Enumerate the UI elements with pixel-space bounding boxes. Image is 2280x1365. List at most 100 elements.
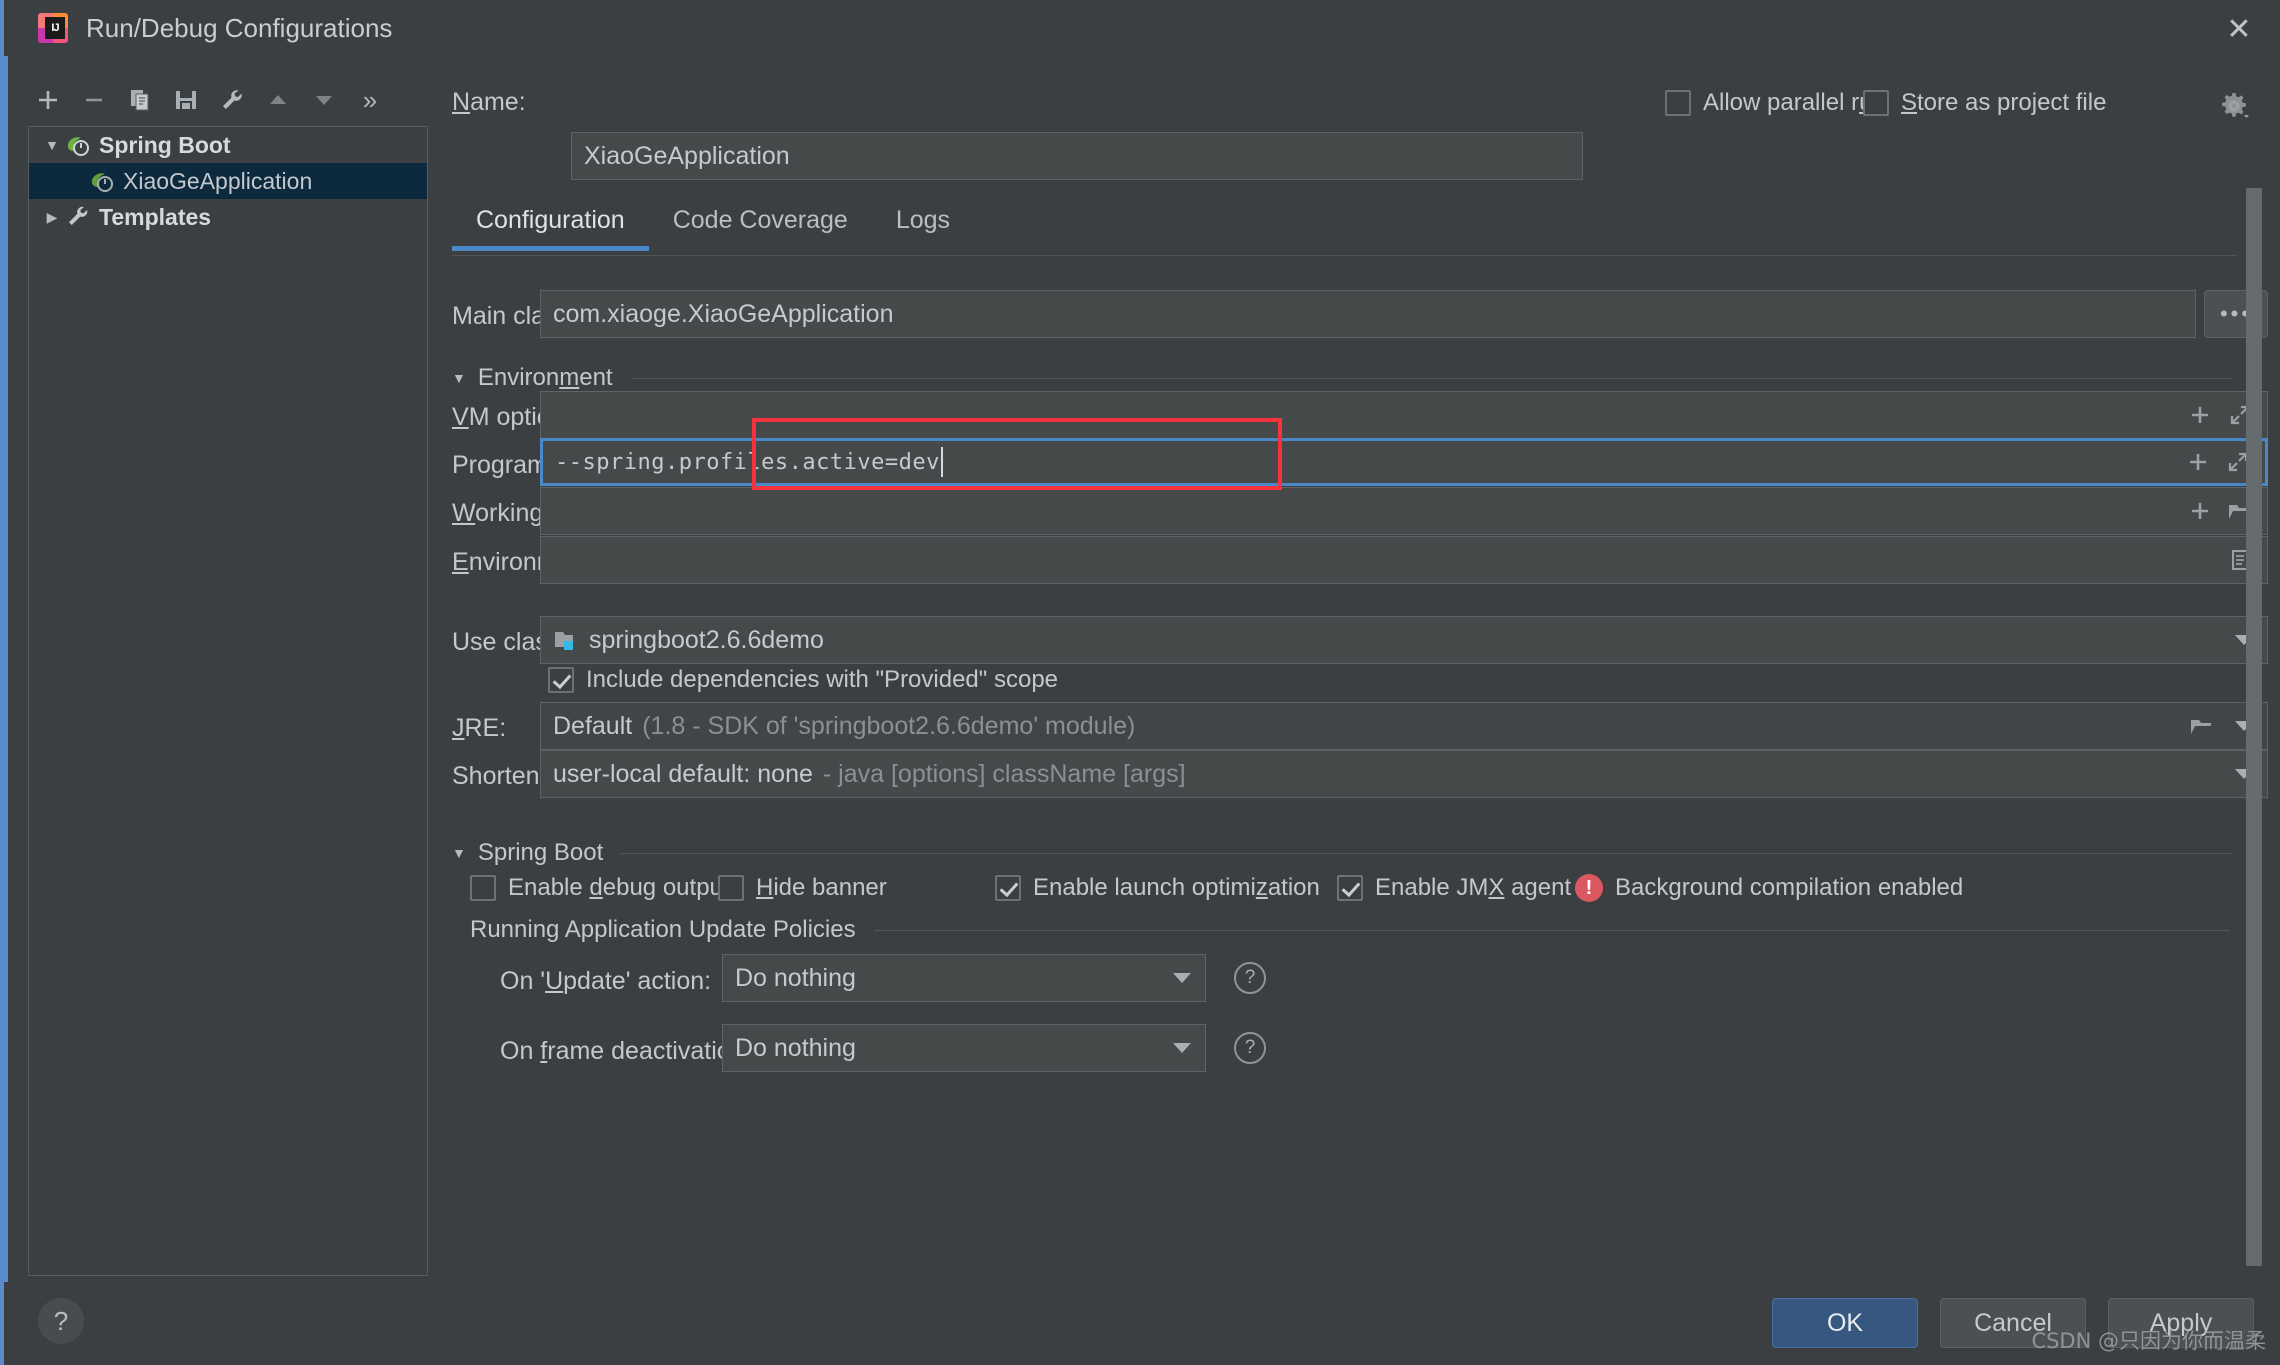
spring-boot-section-label: Spring Boot [477, 839, 604, 866]
remove-configuration-button[interactable] [74, 80, 114, 120]
jre-hint: (1.8 - SDK of 'springboot2.6.6demo' modu… [642, 711, 1136, 740]
configurations-toolbar: » [28, 72, 428, 128]
tab-code-coverage[interactable]: Code Coverage [649, 206, 872, 247]
chevron-down-icon[interactable] [1173, 973, 1191, 983]
spring-boot-options-row: Enable debug output Hide banner Enable l… [470, 874, 1963, 902]
on-frame-deactivation-value: Do nothing [735, 1033, 856, 1062]
include-provided-scope-label: Include dependencies with "Provided" sco… [586, 666, 1059, 693]
copy-configuration-button[interactable] [120, 80, 160, 120]
hide-banner-checkbox[interactable]: Hide banner [718, 874, 995, 902]
enable-jmx-agent-checkbox[interactable]: Enable JMX agent [1337, 874, 1575, 902]
tree-node-spring-boot[interactable]: ▼ Spring Boot [29, 127, 427, 163]
save-configuration-button[interactable] [166, 80, 206, 120]
name-label: Name: [452, 87, 526, 116]
hide-banner-label: Hide banner [756, 874, 887, 901]
gear-icon[interactable] [2218, 90, 2250, 122]
working-directory-input[interactable] [540, 487, 2268, 535]
jre-label: JRE: [452, 714, 507, 742]
checkbox-box [548, 667, 574, 693]
section-rule [873, 929, 2230, 931]
shorten-command-line-dropdown[interactable]: user-local default: none - java [options… [540, 750, 2268, 798]
folder-icon[interactable] [2185, 709, 2219, 743]
store-as-project-file-checkbox[interactable]: Store as project file [1863, 89, 2106, 117]
vm-options-input[interactable] [540, 391, 2268, 439]
add-configuration-button[interactable] [28, 80, 68, 120]
allow-parallel-run-checkbox[interactable]: Allow parallel run [1665, 89, 1886, 117]
tree-node-templates[interactable]: ▶ Templates [29, 199, 427, 235]
on-frame-deactivation-label: On frame deactivation: [500, 1037, 752, 1065]
edit-templates-button[interactable] [212, 80, 252, 120]
chevron-down-icon[interactable]: ▼ [452, 370, 466, 386]
more-options-button[interactable]: » [350, 80, 390, 120]
jre-dropdown[interactable]: Default (1.8 - SDK of 'springboot2.6.6de… [540, 702, 2268, 750]
wrench-icon [69, 206, 88, 225]
shorten-command-line-value: user-local default: none [553, 759, 813, 788]
update-policies-section-label: Running Application Update Policies [470, 916, 856, 943]
window-accent-strip [4, 0, 8, 1365]
on-frame-deactivation-help-icon[interactable]: ? [1234, 1032, 1266, 1064]
chevron-down-icon[interactable]: ▼ [452, 845, 466, 861]
main-class-input[interactable]: com.xiaoge.XiaoGeApplication [540, 290, 2196, 338]
on-frame-deactivation-dropdown[interactable]: Do nothing [722, 1024, 1206, 1072]
environment-section-header: ▼ Environment [452, 364, 2232, 392]
jre-value: Default [553, 711, 633, 740]
program-arguments-input[interactable]: --spring.profiles.active=dev [540, 438, 2268, 486]
help-button[interactable]: ? [38, 1298, 84, 1344]
plus-icon[interactable] [2183, 398, 2217, 432]
enable-jmx-agent-label: Enable JMX agent [1375, 874, 1572, 901]
name-row: Name: [452, 78, 552, 126]
spring-boot-icon [91, 173, 113, 192]
tree-node-label: Spring Boot [99, 131, 231, 158]
on-update-action-dropdown[interactable]: Do nothing [722, 954, 1206, 1002]
section-rule [630, 377, 2232, 379]
main-class-value: com.xiaoge.XiaoGeApplication [553, 299, 894, 328]
intellij-logo-icon: IJ [38, 13, 68, 43]
plus-icon[interactable] [2181, 445, 2215, 479]
tab-logs[interactable]: Logs [872, 206, 974, 247]
chevron-down-icon[interactable] [1173, 1043, 1191, 1053]
on-update-action-value: Do nothing [735, 963, 856, 992]
close-icon[interactable]: ✕ [2216, 6, 2262, 52]
logo-text: IJ [45, 17, 65, 39]
move-down-button[interactable] [304, 80, 344, 120]
environment-variables-input[interactable] [540, 536, 2268, 584]
configuration-editor-panel: Name: Allow parallel run Store as projec… [452, 56, 2280, 1280]
program-arguments-value: --spring.profiles.active=dev [555, 449, 940, 475]
plus-icon[interactable] [2183, 494, 2217, 528]
chevron-right-icon[interactable]: ▶ [39, 209, 65, 226]
checkbox-box [1863, 90, 1889, 116]
vertical-scrollbar[interactable] [2246, 188, 2262, 1266]
chevron-down-icon[interactable]: ▼ [39, 137, 65, 153]
dialog-footer: ? OK Cancel Apply [4, 1282, 2280, 1365]
background-compilation-label: Background compilation enabled [1615, 874, 1964, 901]
section-rule [621, 852, 2232, 854]
on-update-action-help-icon[interactable]: ? [1234, 962, 1266, 994]
enable-launch-optimization-checkbox[interactable]: Enable launch optimization [995, 874, 1337, 902]
tree-node-xiaogeapplication[interactable]: XiaoGeApplication [29, 163, 427, 199]
tree-node-label: XiaoGeApplication [123, 167, 313, 194]
checkbox-box [1665, 90, 1691, 116]
on-update-action-label: On 'Update' action: [500, 967, 712, 995]
editor-tabs: Configuration Code Coverage Logs [452, 206, 974, 258]
name-input[interactable] [571, 132, 1583, 180]
background-compilation-warning: ! Background compilation enabled [1575, 874, 1963, 902]
tab-configuration[interactable]: Configuration [452, 206, 649, 251]
configuration-form: Main class: com.xiaoge.XiaoGeApplication… [452, 256, 2268, 1280]
module-icon [555, 632, 573, 650]
configurations-tree[interactable]: ▼ Spring Boot XiaoGeApplication ▶ Templa… [28, 126, 428, 1276]
watermark: CSDN @只因为你而温柔 [2031, 1329, 2266, 1353]
checkbox-box [995, 875, 1021, 901]
shorten-command-line-hint: - java [options] className [args] [822, 759, 1186, 788]
text-caret [940, 447, 943, 477]
error-icon: ! [1575, 874, 1603, 902]
ok-button[interactable]: OK [1772, 1298, 1918, 1348]
include-provided-scope-checkbox[interactable]: Include dependencies with "Provided" sco… [548, 666, 1058, 694]
enable-debug-output-checkbox[interactable]: Enable debug output [470, 874, 730, 902]
checkbox-box [470, 875, 496, 901]
spring-boot-section-header: ▼ Spring Boot [452, 839, 2232, 867]
scrollbar-thumb[interactable] [2246, 188, 2262, 1266]
use-classpath-dropdown[interactable]: springboot2.6.6demo [540, 616, 2268, 664]
environment-section-label: Environment [477, 364, 613, 391]
move-up-button[interactable] [258, 80, 298, 120]
update-policies-section-header: Running Application Update Policies [470, 916, 2230, 944]
